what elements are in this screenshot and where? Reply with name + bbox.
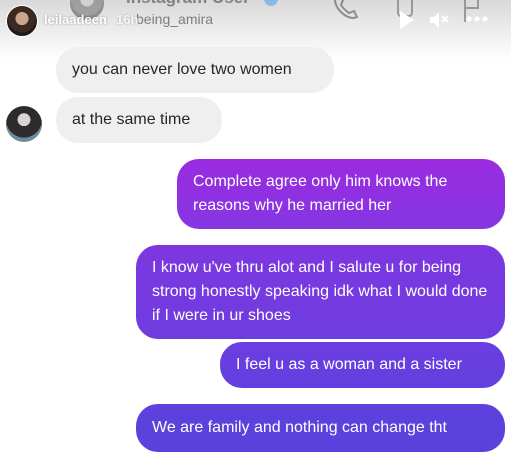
message-incoming[interactable]: at the same time xyxy=(56,97,222,143)
more-icon[interactable] xyxy=(466,16,488,22)
phone-icon[interactable] xyxy=(330,0,362,24)
message-outgoing[interactable]: I know u've thru alot and I salute u for… xyxy=(136,245,505,339)
story-time: 16h xyxy=(116,12,139,27)
sender-avatar[interactable] xyxy=(6,106,42,142)
mute-icon[interactable] xyxy=(428,10,450,30)
play-icon[interactable] xyxy=(398,10,416,30)
message-outgoing[interactable]: Complete agree only him knows the reason… xyxy=(177,159,505,229)
chat-title: Instagram User xyxy=(126,0,250,8)
message-incoming[interactable]: you can never love two women xyxy=(56,47,334,93)
message-outgoing[interactable]: We are family and nothing can change tht xyxy=(136,404,505,452)
story-avatar[interactable] xyxy=(6,5,38,37)
chat-handle: being_amira xyxy=(136,11,214,27)
message-outgoing[interactable]: I feel u as a woman and a sister xyxy=(220,342,505,388)
story-username[interactable]: leilaadeen xyxy=(44,12,107,27)
